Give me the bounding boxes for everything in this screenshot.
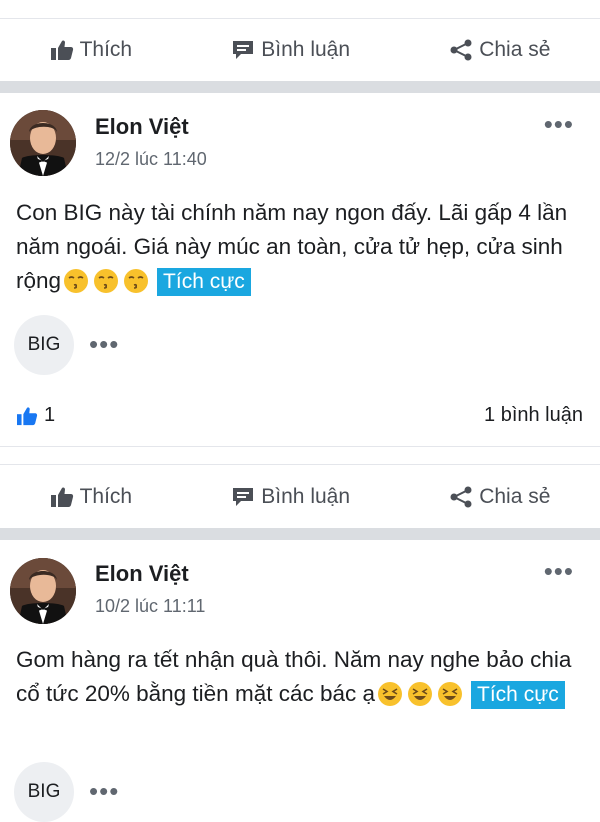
post-author[interactable]: Elon Việt bbox=[95, 561, 189, 587]
kissing-face-icon bbox=[93, 268, 119, 304]
post-timestamp[interactable]: 10/2 lúc 11:11 bbox=[95, 596, 205, 617]
post-author[interactable]: Elon Việt bbox=[95, 114, 189, 140]
laughing-face-icon bbox=[407, 681, 433, 717]
like-count[interactable]: 1 bbox=[16, 404, 55, 427]
like-label: Thích bbox=[79, 485, 133, 508]
sentiment-tag[interactable]: Tích cực bbox=[157, 268, 251, 296]
post-body: Gom hàng ra tết nhận quà thôi. Năm nay n… bbox=[16, 643, 590, 717]
comment-icon bbox=[233, 488, 254, 506]
post-timestamp[interactable]: 12/2 lúc 11:40 bbox=[95, 149, 207, 170]
post-more-icon[interactable]: ••• bbox=[544, 558, 574, 584]
sentiment-tag[interactable]: Tích cực bbox=[471, 681, 565, 709]
action-bar: Thích Bình luận Chia sẻ bbox=[0, 20, 600, 80]
thumbs-up-icon bbox=[17, 406, 38, 425]
comment-label: Bình luận bbox=[261, 485, 351, 508]
post-body: Con BIG này tài chính năm nay ngon đấy. … bbox=[16, 196, 590, 304]
divider bbox=[0, 446, 600, 447]
post-more-icon[interactable]: ••• bbox=[544, 111, 574, 137]
comment-icon bbox=[233, 41, 254, 59]
avatar[interactable] bbox=[10, 110, 76, 176]
avatar[interactable] bbox=[10, 558, 76, 624]
share-button[interactable]: Chia sẻ bbox=[449, 38, 550, 62]
like-count-value: 1 bbox=[44, 404, 56, 426]
comment-label: Bình luận bbox=[261, 38, 351, 61]
comment-count[interactable]: 1 bình luận bbox=[484, 404, 583, 427]
post-separator bbox=[0, 528, 600, 540]
share-icon bbox=[450, 486, 472, 508]
kissing-face-icon bbox=[123, 268, 149, 304]
chip-more-icon[interactable]: ••• bbox=[89, 778, 119, 804]
stock-ticker-chip[interactable]: BIG bbox=[14, 762, 74, 822]
like-button[interactable]: Thích bbox=[50, 38, 133, 62]
divider bbox=[0, 18, 600, 19]
share-label: Chia sẻ bbox=[479, 38, 551, 61]
share-icon bbox=[450, 39, 472, 61]
like-button[interactable]: Thích bbox=[50, 485, 133, 509]
comment-button[interactable]: Bình luận bbox=[231, 485, 350, 509]
laughing-face-icon bbox=[437, 681, 463, 717]
action-bar: Thích Bình luận Chia sẻ bbox=[0, 467, 600, 527]
divider bbox=[0, 464, 600, 465]
post-separator bbox=[0, 81, 600, 93]
chip-more-icon[interactable]: ••• bbox=[89, 331, 119, 357]
thumbs-up-icon bbox=[50, 487, 73, 507]
laughing-face-icon bbox=[377, 681, 403, 717]
share-label: Chia sẻ bbox=[479, 485, 551, 508]
share-button[interactable]: Chia sẻ bbox=[449, 485, 550, 509]
kissing-face-icon bbox=[63, 268, 89, 304]
thumbs-up-icon bbox=[50, 40, 73, 60]
like-label: Thích bbox=[79, 38, 133, 61]
stock-ticker-chip[interactable]: BIG bbox=[14, 315, 74, 375]
comment-button[interactable]: Bình luận bbox=[231, 38, 350, 62]
